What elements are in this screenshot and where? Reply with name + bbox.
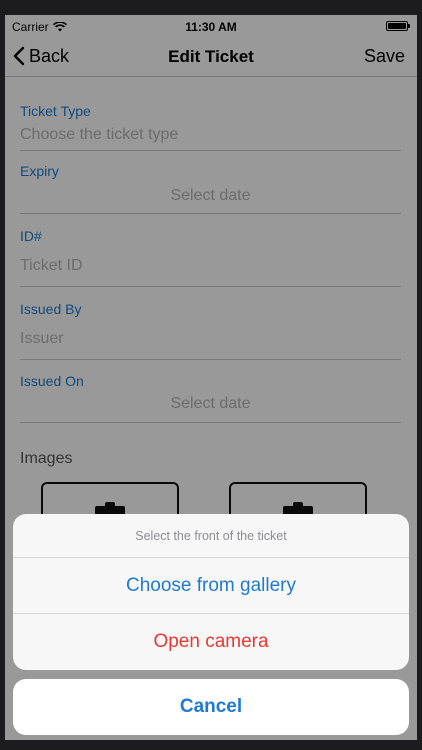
cancel-button[interactable]: Cancel xyxy=(13,679,409,735)
action-sheet: Select the front of the ticket Choose fr… xyxy=(13,514,409,670)
app-screen: Carrier 11:30 AM Back Edit Ticket Save T… xyxy=(5,15,417,740)
action-sheet-title: Select the front of the ticket xyxy=(13,514,409,558)
open-camera-button[interactable]: Open camera xyxy=(13,614,409,670)
choose-from-gallery-button[interactable]: Choose from gallery xyxy=(13,558,409,614)
